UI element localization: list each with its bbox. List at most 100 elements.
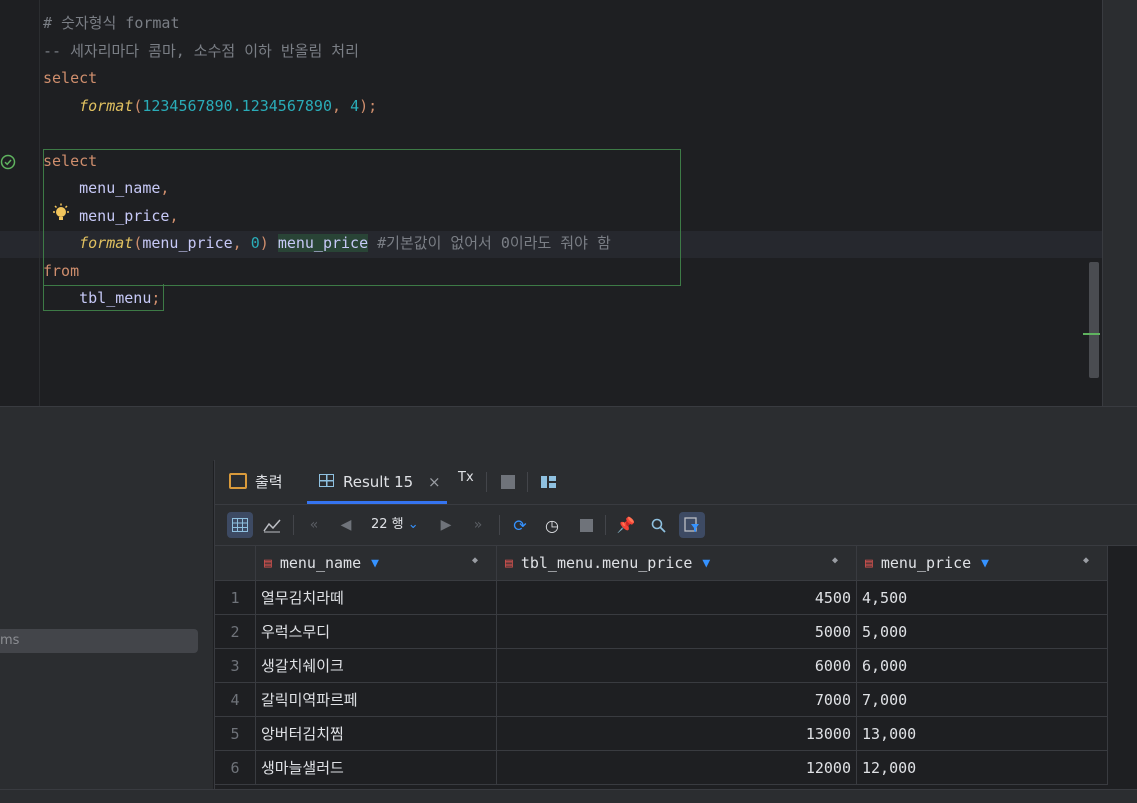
row-number[interactable]: 4	[215, 682, 256, 717]
cell-formatted-price[interactable]: 7,000	[856, 682, 1108, 717]
code-token: #	[43, 14, 62, 32]
code-line[interactable]: # 숫자형식 format	[43, 10, 179, 37]
results-tabbar: 출력 Result 15 × Tx	[215, 460, 1137, 505]
gutter-divider	[39, 0, 40, 406]
cell-menu-price[interactable]: 12000	[496, 750, 857, 785]
check-icon	[0, 154, 16, 170]
filter-icon[interactable]: ▼	[981, 556, 989, 571]
table-row[interactable]: 5 앙버터김치찜 13000 13,000	[215, 716, 1108, 751]
code-line[interactable]: -- 세자리마다 콤마, 소수점 이하 반올림 처리	[43, 38, 359, 65]
code-token: select	[43, 69, 98, 87]
column-header-label: menu_price	[880, 554, 972, 572]
code-token: 콤마, 소수점 이하 반올림 처리	[139, 41, 359, 60]
statement-highlight	[43, 149, 681, 286]
left-panel-item[interactable]: ms	[0, 629, 198, 653]
table-row[interactable]: 3 생갈치쉐이크 6000 6,000	[215, 648, 1108, 683]
row-count[interactable]: 22 행 ⌄	[371, 505, 419, 545]
column-header[interactable]: ▤ menu_name ▼ ◆	[255, 546, 497, 581]
cell-menu-price[interactable]: 4500	[496, 580, 857, 615]
results-grid[interactable]: ▤ menu_name ▼ ◆ ▤ tbl_menu.menu_price ▼ ◆ ▤ m…	[215, 546, 1108, 785]
next-page-icon[interactable]: ▶	[435, 514, 457, 536]
results-toolbar: « ◀ 22 행 ⌄ ▶ » ⟳ ◷ 📌	[215, 505, 1137, 546]
row-number[interactable]: 2	[215, 614, 256, 649]
active-tab-indicator	[307, 501, 447, 504]
tab-output-label: 출력	[255, 473, 283, 491]
tx-button[interactable]: Tx	[458, 456, 474, 500]
cell-formatted-price[interactable]: 13,000	[856, 716, 1108, 751]
filter-icon[interactable]: ▼	[371, 556, 379, 571]
chevron-down-icon: ⌄	[407, 517, 419, 532]
column-header[interactable]: ▤ tbl_menu.menu_price ▼ ◆	[496, 546, 857, 581]
sort-icon[interactable]: ◆	[1083, 555, 1089, 566]
grid-view-icon[interactable]	[227, 512, 253, 538]
history-icon[interactable]: ◷	[541, 514, 563, 536]
cell-menu-price[interactable]: 7000	[496, 682, 857, 717]
search-icon[interactable]	[647, 514, 669, 536]
toolbar-divider	[293, 515, 294, 535]
refresh-icon[interactable]: ⟳	[509, 514, 531, 536]
table-row[interactable]: 2 우럭스무디 5000 5,000	[215, 614, 1108, 649]
editor-scrollbar[interactable]	[1089, 262, 1099, 378]
table-row[interactable]: 4 갈릭미역파르페 7000 7,000	[215, 682, 1108, 717]
cell-menu-name[interactable]: 갈릭미역파르페	[255, 682, 497, 717]
toolbar-divider-2	[499, 515, 500, 535]
sort-icon[interactable]: ◆	[472, 555, 478, 566]
status-bar	[0, 789, 1137, 803]
filter-view-icon[interactable]	[679, 512, 705, 538]
stop-query-icon[interactable]	[575, 514, 597, 536]
column-header-label: menu_name	[279, 554, 362, 572]
cell-formatted-price[interactable]: 6,000	[856, 648, 1108, 683]
splitter-area	[0, 406, 1137, 461]
row-number[interactable]: 3	[215, 648, 256, 683]
sort-icon[interactable]: ◆	[832, 555, 838, 566]
tab-result-label: Result 15	[343, 473, 414, 491]
layout-icon[interactable]	[541, 476, 556, 488]
tab-output[interactable]: 출력	[229, 460, 283, 504]
cell-menu-name[interactable]: 앙버터김치찜	[255, 716, 497, 751]
row-number[interactable]: 1	[215, 580, 256, 615]
cell-formatted-price[interactable]: 12,000	[856, 750, 1108, 785]
output-icon	[229, 472, 247, 489]
row-number-header	[215, 546, 256, 581]
prev-page-icon[interactable]: ◀	[335, 514, 357, 536]
column-header[interactable]: ▤ menu_price ▼ ◆	[856, 546, 1108, 581]
cell-menu-price[interactable]: 6000	[496, 648, 857, 683]
statement-highlight-tail	[43, 284, 164, 311]
tab-result[interactable]: Result 15 ×	[319, 460, 441, 504]
code-line[interactable]: select	[43, 65, 97, 92]
first-page-icon[interactable]: «	[303, 514, 325, 536]
tx-label: Tx	[458, 470, 474, 485]
code-token: 4	[350, 96, 360, 115]
cell-menu-price[interactable]: 5000	[496, 614, 857, 649]
code-token: format	[79, 96, 134, 115]
lightbulb-icon[interactable]	[52, 203, 70, 223]
toolbar-divider-3	[605, 515, 606, 535]
cell-formatted-price[interactable]: 5,000	[856, 614, 1108, 649]
code-token: 1234567890.1234567890	[142, 96, 332, 115]
column-icon: ▤	[264, 555, 272, 571]
filter-icon[interactable]: ▼	[702, 556, 710, 571]
code-editor[interactable]: # 숫자형식 format -- 세자리마다 콤마, 소수점 이하 반올림 처리 s…	[0, 0, 1102, 406]
table-row[interactable]: 6 생마늘샐러드 12000 12,000	[215, 750, 1108, 785]
cell-menu-name[interactable]: 생갈치쉐이크	[255, 648, 497, 683]
chart-view-icon[interactable]	[261, 514, 283, 536]
cell-menu-name[interactable]: 열무김치라떼	[255, 580, 497, 615]
code-token: --	[43, 41, 71, 60]
scroll-marker	[1083, 333, 1100, 335]
code-line[interactable]: format(1234567890.1234567890, 4);	[43, 93, 377, 120]
stop-icon[interactable]	[501, 475, 515, 489]
cell-menu-name[interactable]: 생마늘샐러드	[255, 750, 497, 785]
row-number[interactable]: 5	[215, 716, 256, 751]
table-row[interactable]: 1 열무김치라떼 4500 4,500	[215, 580, 1108, 615]
pin-icon[interactable]: 📌	[615, 514, 637, 536]
close-icon[interactable]: ×	[428, 473, 441, 491]
cell-menu-price[interactable]: 13000	[496, 716, 857, 751]
cell-formatted-price[interactable]: 4,500	[856, 580, 1108, 615]
row-number[interactable]: 6	[215, 750, 256, 785]
last-page-icon[interactable]: »	[467, 514, 489, 536]
code-token: 세자리마다	[70, 41, 140, 60]
cell-menu-name[interactable]: 우럭스무디	[255, 614, 497, 649]
grid-header-row: ▤ menu_name ▼ ◆ ▤ tbl_menu.menu_price ▼ ◆ ▤ m…	[215, 546, 1108, 581]
row-count-label: 22 행	[371, 517, 404, 532]
